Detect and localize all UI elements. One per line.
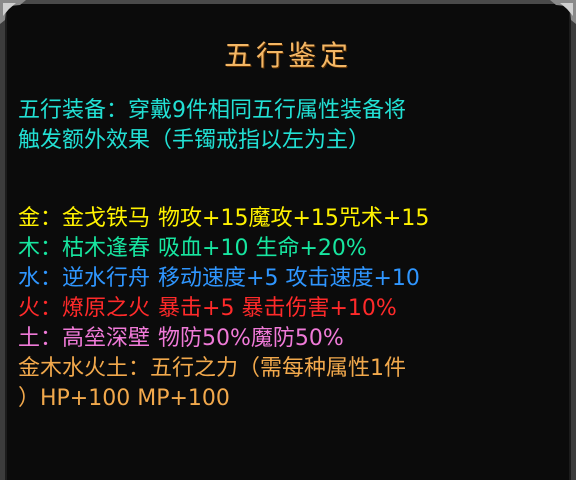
element-label-fire: 火： [18,296,63,321]
element-label-gold: 金： [18,206,63,231]
effect-row-fire: 火：燎原之火 暴击+5 暴击伤害+10% [18,294,566,324]
effect-row-all-elements-2: ）HP+100 MP+100 [18,386,230,411]
element-label-earth: 土： [18,326,63,351]
effect-row-all-elements-1: 金木水火土：五行之力（需每种属性1件 [18,356,406,381]
effect-name-gold: 金戈铁马 [62,206,151,231]
effect-bonus-gold: 物攻+15魔攻+15咒术+15 [158,206,430,231]
effect-name-wood: 枯木逢春 [62,236,151,261]
set-description: 五行装备：穿戴9件相同五行属性装备将 触发额外效果（手镯戒指以左为主） [18,96,566,156]
frame-corner-ornament-left [0,0,26,24]
effect-name-water: 逆水行舟 [62,266,151,291]
effect-row-water: 水：逆水行舟 移动速度+5 攻击速度+10 [18,264,566,294]
effect-name-fire: 燎原之火 [62,296,151,321]
effect-row-gold: 金：金戈铁马 物攻+15魔攻+15咒术+15 [18,204,566,234]
effect-row-wood: 木：枯木逢春 吸血+10 生命+20% [18,234,566,264]
effect-bonus-wood: 吸血+10 生命+20% [158,236,367,261]
element-label-water: 水： [18,266,63,291]
effect-bonus-water: 移动速度+5 攻击速度+10 [158,266,420,291]
panel-title: 五行鉴定 [223,39,352,72]
tooltip-panel: 五行鉴定 五行装备：穿戴9件相同五行属性装备将 触发额外效果（手镯戒指以左为主）… [0,0,576,480]
element-label-wood: 木： [18,236,63,261]
set-description-line-2: 触发额外效果（手镯戒指以左为主） [18,128,371,153]
effect-bonus-fire: 暴击+5 暴击伤害+10% [158,296,397,321]
element-effects-list: 金：金戈铁马 物攻+15魔攻+15咒术+15 木：枯木逢春 吸血+10 生命+20%… [18,204,566,414]
frame-corner-ornament-right [550,0,576,24]
effect-bonus-earth: 物防50%魔防50% [158,326,344,351]
effect-row-earth: 土：高垒深壁 物防50%魔防50% [18,324,566,354]
effect-name-earth: 高垒深壁 [62,326,151,351]
set-description-line-1: 五行装备：穿戴9件相同五行属性装备将 [18,98,406,123]
